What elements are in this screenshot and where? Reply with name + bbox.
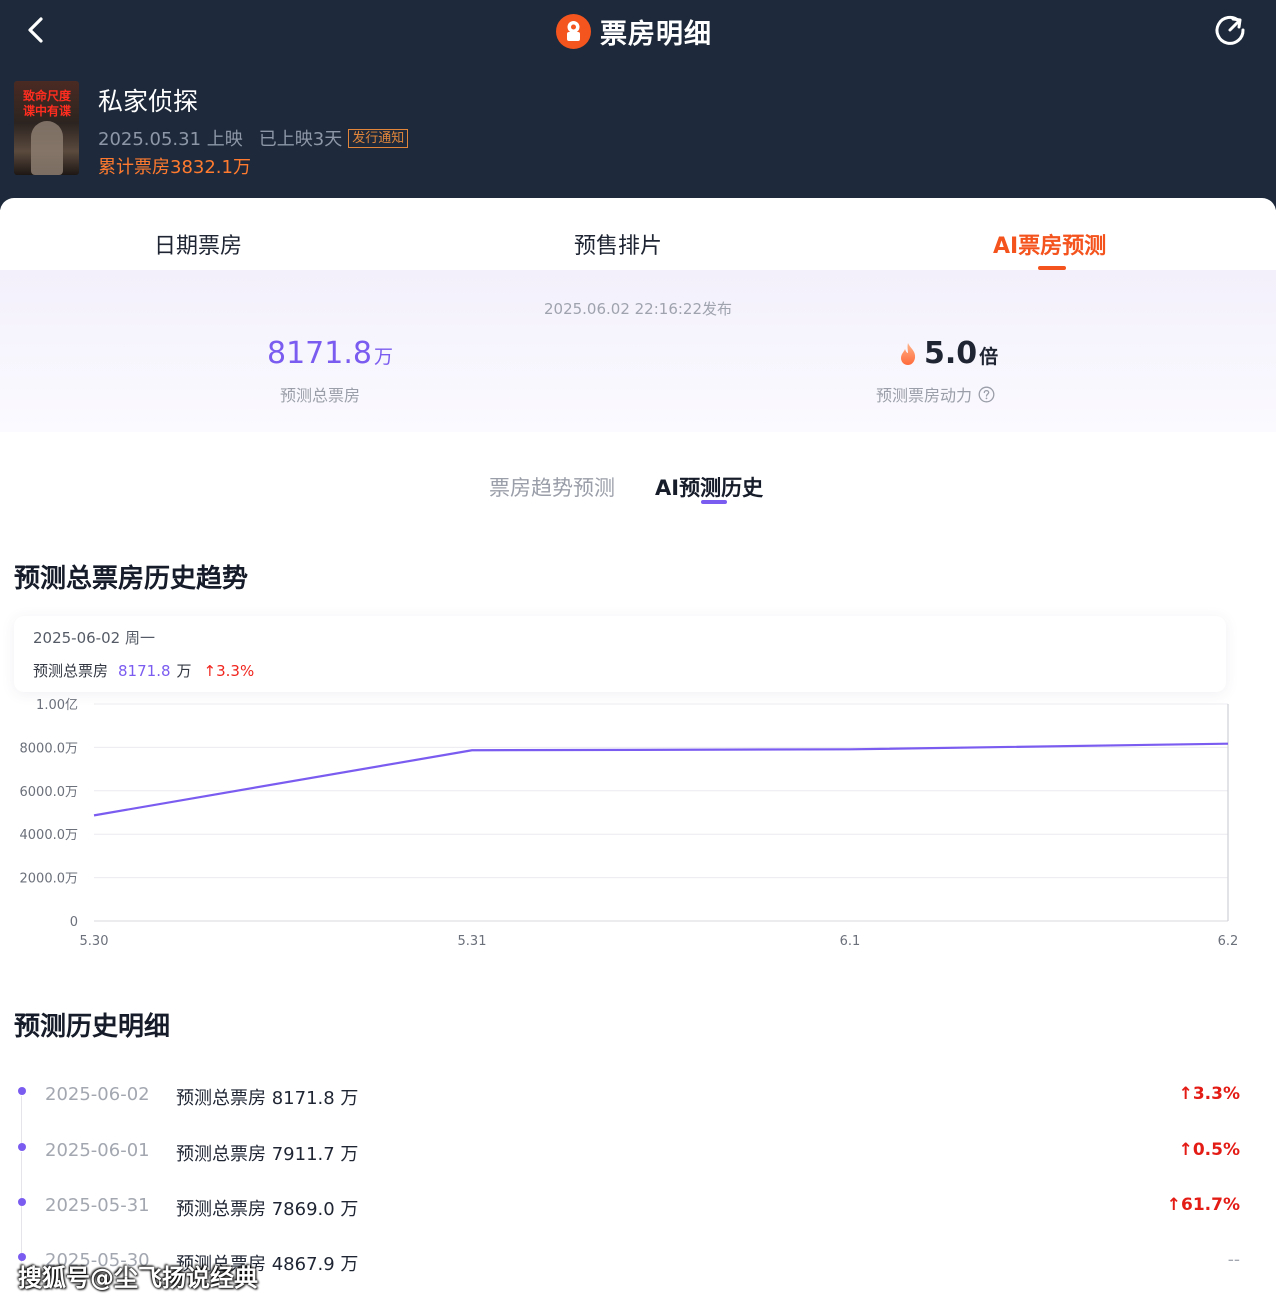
x-tick-label: 5.31: [458, 934, 487, 949]
forecast-total-value: 8171.8 万: [267, 336, 393, 371]
refresh-icon[interactable]: [1212, 12, 1248, 48]
forecast-power-value: 5.0 倍: [896, 336, 998, 371]
release-date: 2025.05.31 上映: [98, 129, 243, 150]
x-tick-label: 6.2: [1218, 934, 1239, 949]
tooltip-date: 2025-06-02 周一: [33, 629, 155, 647]
series-line: [93, 742, 1229, 817]
subtab-ai-history[interactable]: AI预测历史: [655, 472, 763, 502]
history-row: 2025-05-31 预测总票房 7869.0 万 ↑61.7%: [0, 1189, 1276, 1262]
forecast-summary-panel: [0, 270, 1276, 432]
publish-time: 2025.06.02 22:16:22发布: [543, 300, 733, 318]
active-subtab-indicator: [701, 500, 727, 504]
tab-ai-forecast[interactable]: AI票房预测: [993, 228, 1106, 260]
history-change: ↑3.3%: [1178, 1084, 1240, 1104]
y-tick-label: 2000.0万: [20, 872, 79, 887]
trend-section-title: 预测总票房历史趋势: [14, 564, 249, 594]
page-title-group: 票房明细: [556, 12, 712, 50]
days-since-release: 已上映3天: [258, 129, 343, 150]
history-section-title: 预测历史明细: [14, 1012, 171, 1042]
tab-presale-schedule[interactable]: 预售排片: [574, 228, 662, 260]
movie-title: 私家侦探: [98, 87, 199, 116]
x-tick-label: 5.30: [80, 934, 109, 949]
trend-line-chart[interactable]: 1.00亿 8000.0万 6000.0万 4000.0万 2000.0万 05.30 5.…: [0, 688, 1276, 958]
tooltip-row: 预测总票房 8171.8 万 ↑3.3%: [33, 660, 254, 681]
history-row: 2025-06-02 预测总票房 8171.8 万 ↑3.3%: [0, 1078, 1276, 1151]
header-bar: 票房明细 致命尺度 谍中有谍 私家侦探 2025.05.31 上映 已上映3天 …: [0, 0, 1276, 210]
subtab-trend-forecast[interactable]: 票房趋势预测: [489, 472, 615, 502]
tooltip-label: 预测总票房: [33, 662, 109, 680]
history-date: 2025-06-01: [45, 1140, 150, 1161]
forecast-power-unit: 倍: [979, 346, 999, 368]
y-tick-label: 0: [70, 915, 78, 930]
y-tick-label: 6000.0万: [20, 785, 79, 800]
history-date: 2025-05-31: [45, 1195, 150, 1216]
movie-poster[interactable]: 致命尺度 谍中有谍: [14, 81, 79, 175]
cumulative-box-office: 累计票房3832.1万: [98, 157, 251, 178]
chart-tooltip: 2025-06-02 周一 预测总票房 8171.8 万 ↑3.3%: [14, 616, 1226, 692]
tab-date-box-office[interactable]: 日期票房: [154, 228, 242, 260]
y-tick-label: 8000.0万: [20, 741, 79, 756]
page-title: 票房明细: [600, 18, 712, 50]
forecast-total-number: 8171.8: [267, 336, 372, 371]
forecast-power-label-group: 预测票房动力: [876, 382, 995, 406]
timeline-dot: [18, 1198, 26, 1206]
forecast-total-label: 预测总票房: [280, 386, 361, 405]
timeline-dot: [18, 1143, 26, 1151]
content-card: 日期票房 预售排片 AI票房预测 2025.06.02 22:16:22发布 8…: [0, 198, 1276, 1302]
timeline-dot: [18, 1087, 26, 1095]
forecast-total-unit: 万: [373, 346, 393, 368]
history-forecast-value: 预测总票房 7911.7 万: [176, 1144, 359, 1165]
y-tick-label: 4000.0万: [20, 828, 79, 843]
forecast-power-number: 5.0: [924, 336, 978, 371]
forecast-power-label: 预测票房动力: [876, 386, 973, 405]
tooltip-unit: 万: [176, 662, 192, 680]
back-arrow-icon[interactable]: [22, 14, 52, 46]
watermark-text: 搜狐号@尘飞扬说经典: [18, 1264, 258, 1292]
history-forecast-value: 预测总票房 7869.0 万: [176, 1199, 359, 1220]
history-change: ↑0.5%: [1178, 1140, 1240, 1160]
flame-icon: [901, 342, 916, 365]
app-logo-icon: [556, 13, 591, 49]
tooltip-change: ↑3.3%: [203, 661, 255, 680]
help-icon[interactable]: [978, 386, 995, 403]
movie-release-info: 2025.05.31 上映 已上映3天 发行通知: [98, 125, 409, 151]
history-change: --: [1227, 1250, 1240, 1270]
y-tick-label: 1.00亿: [36, 698, 78, 713]
history-row: 2025-06-01 预测总票房 7911.7 万 ↑0.5%: [0, 1134, 1276, 1207]
tooltip-value: 8171.8: [118, 661, 171, 680]
poster-title-text: 致命尺度 谍中有谍: [22, 89, 71, 118]
release-notice-tag[interactable]: 发行通知: [348, 128, 409, 148]
poster-figure: [31, 121, 63, 175]
history-date: 2025-06-02: [45, 1084, 150, 1105]
x-tick-label: 6.1: [840, 934, 861, 949]
history-change: ↑61.7%: [1166, 1195, 1240, 1215]
history-forecast-value: 预测总票房 8171.8 万: [176, 1088, 359, 1109]
